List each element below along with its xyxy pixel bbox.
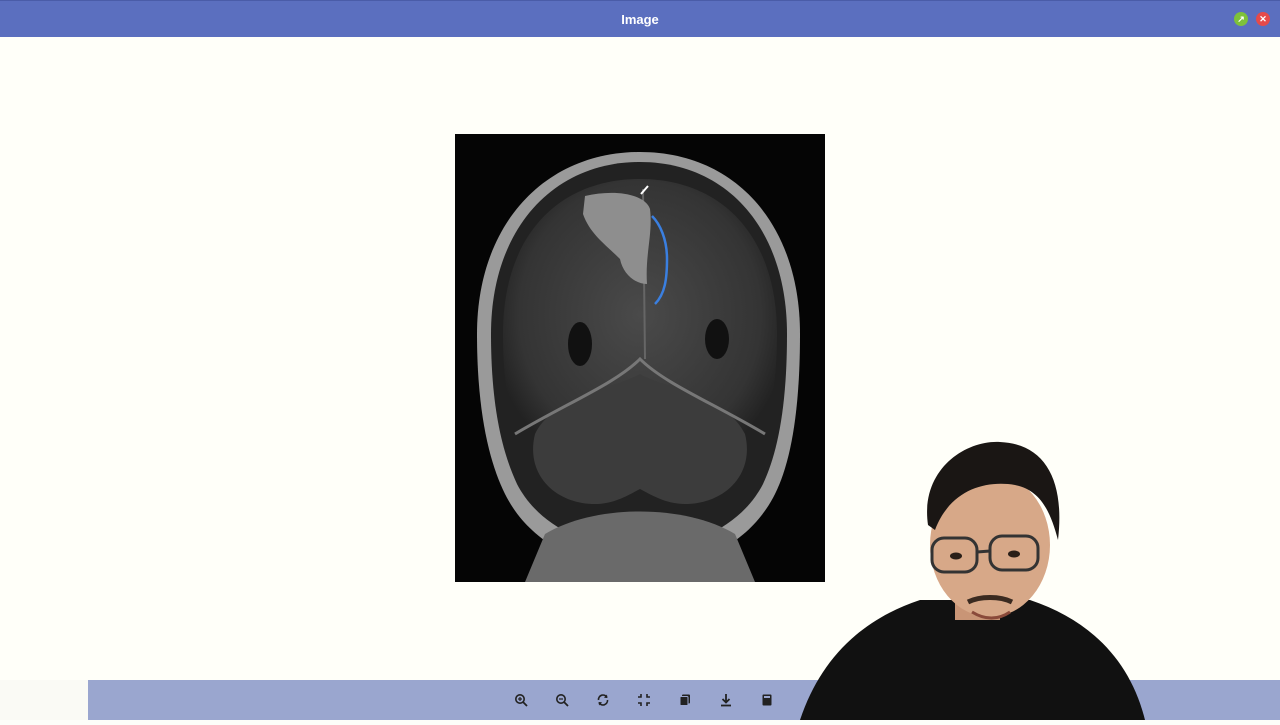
rotate-icon bbox=[597, 694, 608, 706]
copy-icon bbox=[679, 694, 690, 706]
download-button[interactable] bbox=[705, 690, 746, 710]
zoom-in-icon bbox=[514, 694, 528, 707]
close-icon[interactable]: ✕ bbox=[1256, 12, 1270, 26]
toolbar-left-area bbox=[0, 680, 88, 720]
fit-screen-button[interactable] bbox=[623, 690, 664, 710]
book-icon bbox=[762, 694, 771, 706]
presenter-video bbox=[800, 430, 1145, 720]
download-icon bbox=[720, 694, 731, 707]
window-title: Image bbox=[621, 11, 659, 27]
book-button[interactable] bbox=[746, 690, 787, 710]
expand-icon[interactable]: ↗ bbox=[1234, 12, 1248, 26]
fit-screen-icon bbox=[637, 694, 650, 706]
zoom-out-icon bbox=[555, 694, 569, 707]
window-titlebar: Image ↗ ✕ bbox=[0, 0, 1280, 37]
rotate-button[interactable] bbox=[582, 690, 623, 710]
window-controls: ↗ ✕ bbox=[1234, 12, 1270, 26]
zoom-out-button[interactable] bbox=[541, 690, 582, 710]
mri-scan-graphic bbox=[455, 134, 825, 582]
mri-image[interactable] bbox=[455, 134, 825, 582]
copy-button[interactable] bbox=[664, 690, 705, 710]
zoom-in-button[interactable] bbox=[500, 690, 541, 710]
presenter-avatar bbox=[800, 441, 1145, 720]
toolbar-buttons bbox=[500, 690, 787, 710]
